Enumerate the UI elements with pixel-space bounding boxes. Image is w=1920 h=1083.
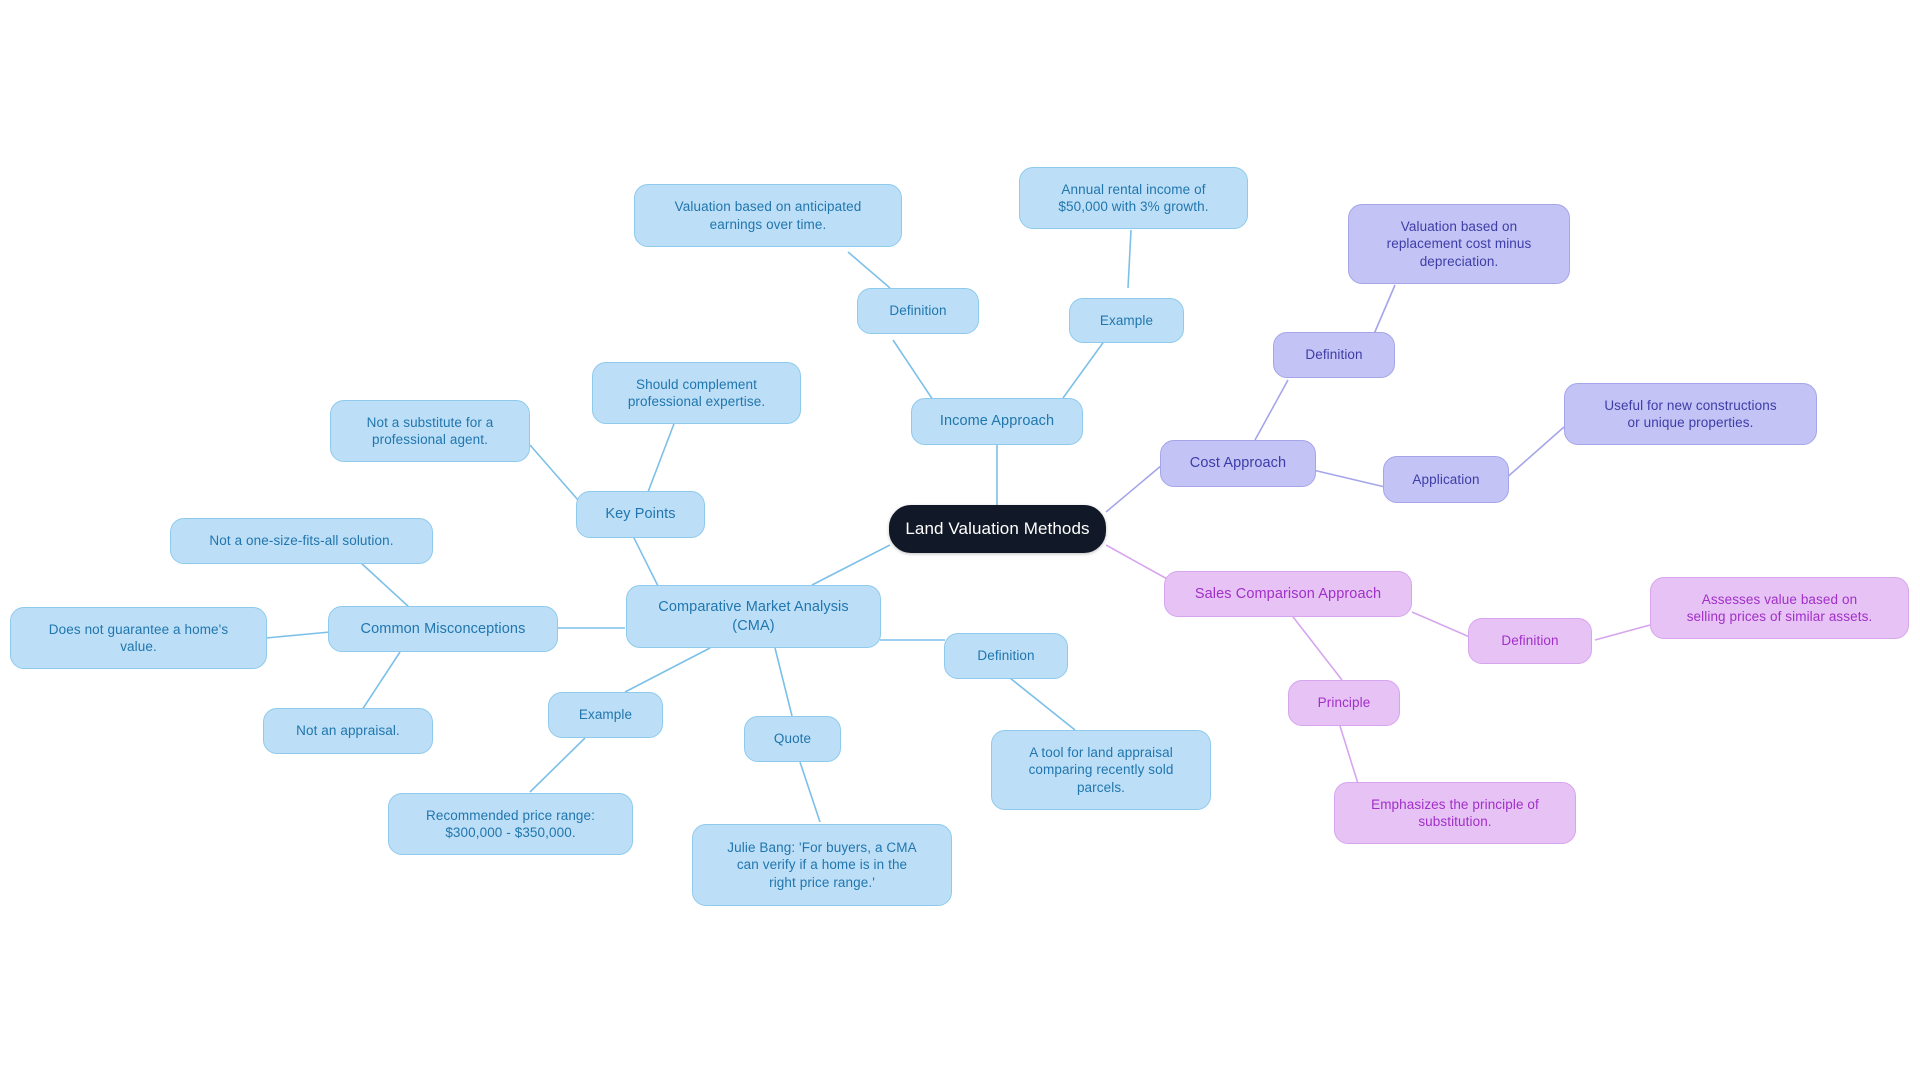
node-cma-quote-detail[interactable]: Julie Bang: 'For buyers, a CMA can verif… — [692, 824, 952, 906]
node-misconception-2[interactable]: Does not guarantee a home's value. — [10, 607, 267, 669]
node-cma-example[interactable]: Example — [548, 692, 663, 738]
node-income-approach[interactable]: Income Approach — [911, 398, 1083, 445]
node-key-points[interactable]: Key Points — [576, 491, 705, 538]
node-cma-definition-detail[interactable]: A tool for land appraisal comparing rece… — [991, 730, 1211, 810]
node-sales-definition-detail[interactable]: Assesses value based on selling prices o… — [1650, 577, 1909, 639]
node-cma-quote[interactable]: Quote — [744, 716, 841, 762]
node-cma-definition[interactable]: Definition — [944, 633, 1068, 679]
node-sales-principle[interactable]: Principle — [1288, 680, 1400, 726]
node-cost-application-detail[interactable]: Useful for new constructions or unique p… — [1564, 383, 1817, 445]
node-key-point-1[interactable]: Not a substitute for a professional agen… — [330, 400, 530, 462]
node-cost-approach[interactable]: Cost Approach — [1160, 440, 1316, 487]
node-cma[interactable]: Comparative Market Analysis (CMA) — [626, 585, 881, 648]
node-sales-definition[interactable]: Definition — [1468, 618, 1592, 664]
node-cost-definition-detail[interactable]: Valuation based on replacement cost minu… — [1348, 204, 1570, 284]
node-cost-definition[interactable]: Definition — [1273, 332, 1395, 378]
node-misconception-3[interactable]: Not an appraisal. — [263, 708, 433, 754]
node-cost-application[interactable]: Application — [1383, 456, 1509, 503]
mindmap-canvas: Land Valuation Methods Income Approach D… — [0, 0, 1920, 1083]
node-key-point-2[interactable]: Should complement professional expertise… — [592, 362, 801, 424]
node-income-example-detail[interactable]: Annual rental income of $50,000 with 3% … — [1019, 167, 1248, 229]
node-income-definition-detail[interactable]: Valuation based on anticipated earnings … — [634, 184, 902, 247]
node-income-definition[interactable]: Definition — [857, 288, 979, 334]
node-sales-principle-detail[interactable]: Emphasizes the principle of substitution… — [1334, 782, 1576, 844]
node-misconception-1[interactable]: Not a one-size-fits-all solution. — [170, 518, 433, 564]
node-sales-comparison[interactable]: Sales Comparison Approach — [1164, 571, 1412, 617]
node-root[interactable]: Land Valuation Methods — [889, 505, 1106, 553]
node-common-misconceptions[interactable]: Common Misconceptions — [328, 606, 558, 652]
node-income-example[interactable]: Example — [1069, 298, 1184, 343]
node-cma-example-detail[interactable]: Recommended price range: $300,000 - $350… — [388, 793, 633, 855]
